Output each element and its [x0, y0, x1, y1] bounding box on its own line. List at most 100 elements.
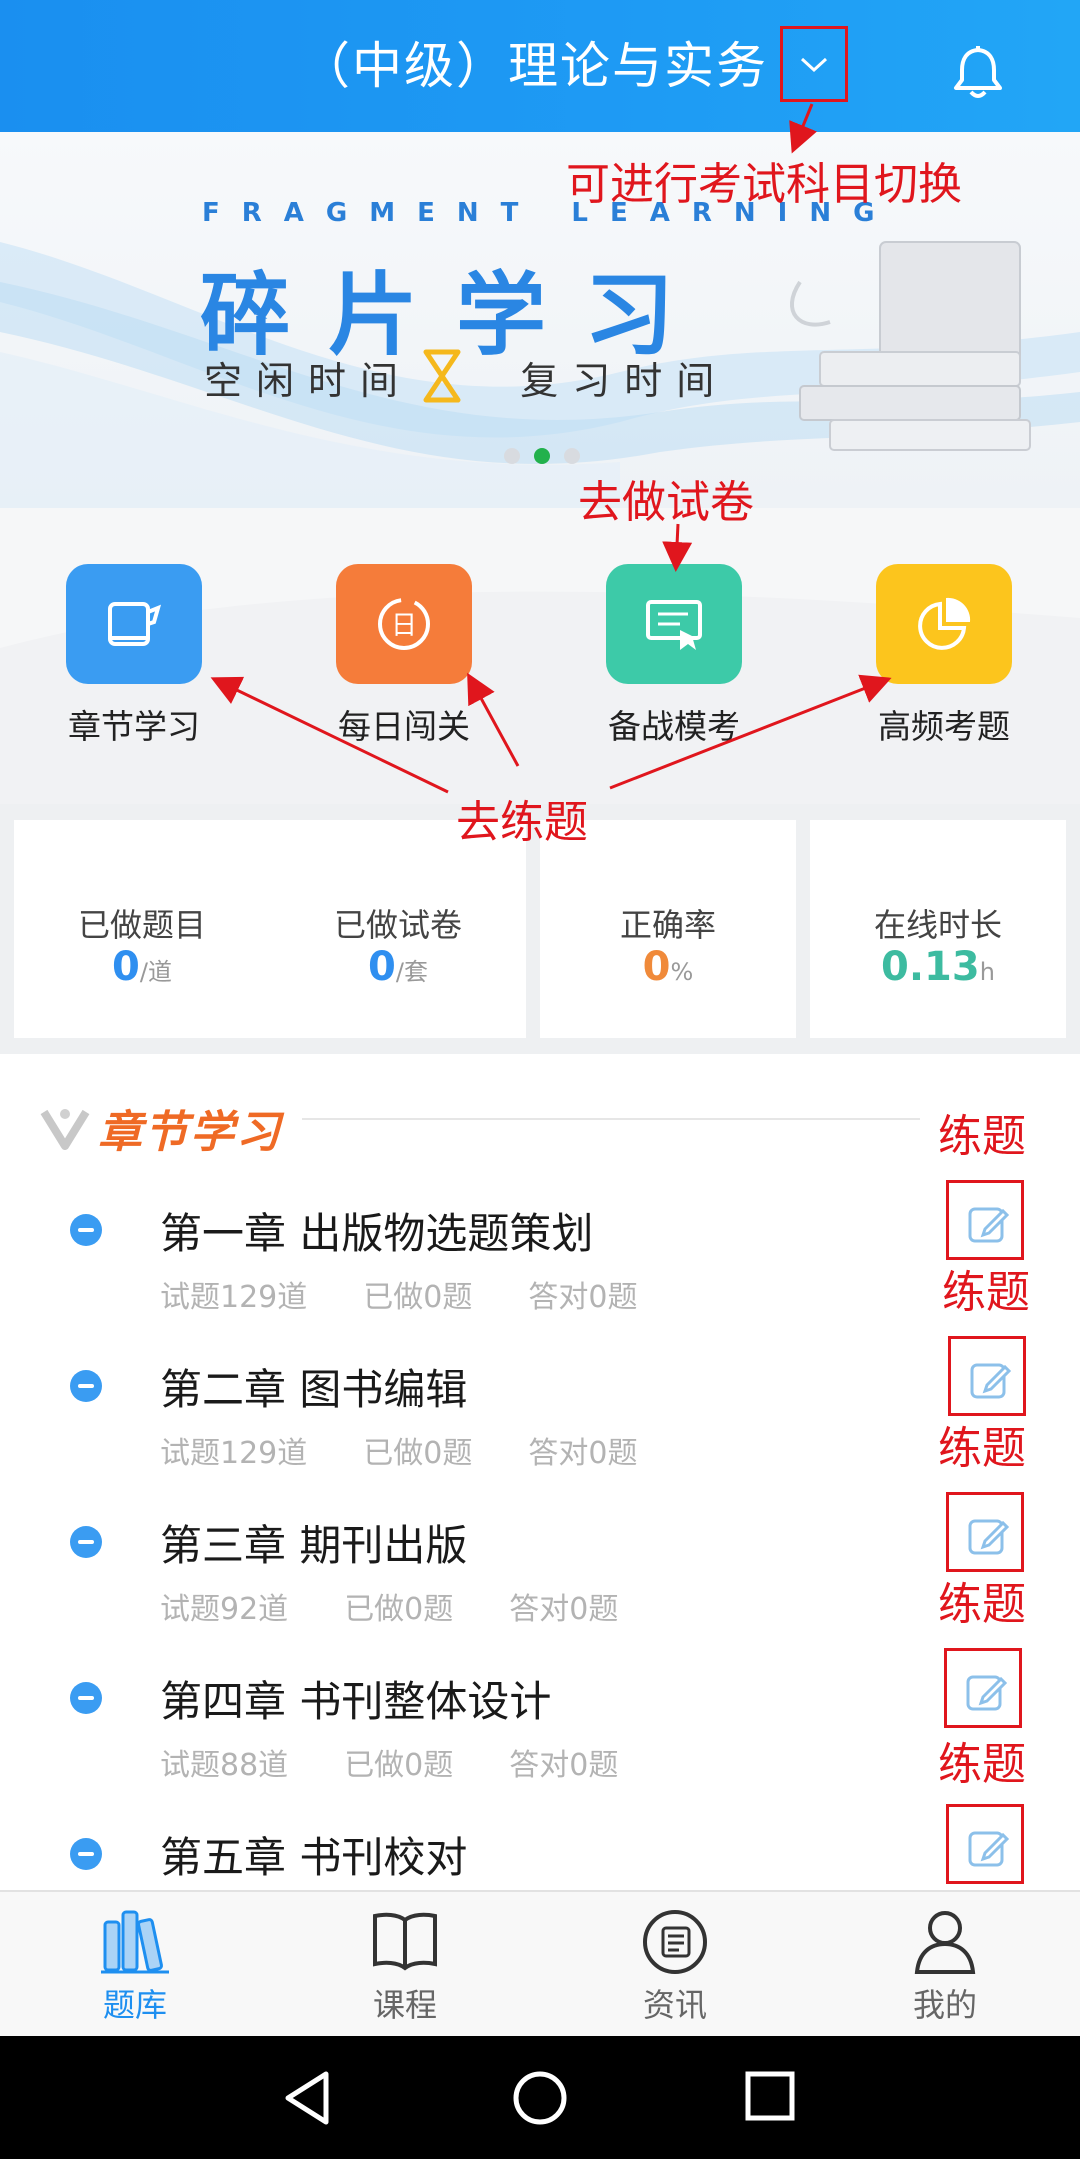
- stat-online-time: 在线时长 0.13h: [810, 820, 1066, 1038]
- calendar-day-icon: 日: [336, 564, 472, 684]
- section-divider: [302, 1118, 920, 1120]
- bottom-tab-bar: 题库 课程 资讯 我的: [0, 1890, 1080, 2036]
- stat-label: 正确率: [619, 906, 716, 944]
- stat-label: 已做试卷: [333, 906, 462, 944]
- chapter-title: 第五章 书刊校对: [160, 1833, 468, 1882]
- practice-button[interactable]: [948, 1336, 1026, 1416]
- subject-dropdown-button[interactable]: [780, 26, 848, 102]
- practice-button[interactable]: [946, 1180, 1024, 1260]
- collapse-icon[interactable]: [70, 1838, 102, 1870]
- edit-icon: [968, 1831, 1009, 1867]
- quick-mock-exam[interactable]: 备战模考: [574, 564, 774, 748]
- stat-unit: /道: [139, 958, 172, 986]
- chapter-meta: 试题92道 已做0题 答对0题: [160, 1584, 674, 1628]
- chapter-title: 第四章 书刊整体设计: [160, 1677, 552, 1726]
- chapter-item[interactable]: 第四章 书刊整体设计 试题88道 已做0题 答对0题: [0, 1648, 1080, 1804]
- chapter-item[interactable]: 第二章 图书编辑 试题129道 已做0题 答对0题: [0, 1336, 1080, 1492]
- chapter-meta: 试题129道 已做0题 答对0题: [160, 1272, 693, 1316]
- chapter-correct: 答对0题: [528, 1436, 638, 1471]
- bell-icon[interactable]: [950, 42, 1006, 100]
- stat-value: 0: [642, 944, 671, 990]
- tab-label: 我的: [912, 1986, 977, 2024]
- collapse-icon[interactable]: [70, 1370, 102, 1402]
- tab-courses[interactable]: 课程: [270, 1892, 540, 2038]
- chapter-done: 已做0题: [344, 1748, 454, 1783]
- app-header: （中级）理论与实务: [0, 0, 1080, 132]
- quick-chapter-study[interactable]: 章节学习: [34, 564, 234, 748]
- tab-question-bank[interactable]: 题库: [0, 1892, 270, 2038]
- pagination-dot[interactable]: [504, 448, 520, 464]
- collapse-icon[interactable]: [70, 1214, 102, 1246]
- tab-label: 题库: [102, 1986, 167, 2024]
- chapter-section: 章节学习 第一章 出版物选题策划 试题129道 已做0题 答对0题 第二章 图书编辑…: [0, 1054, 1080, 1890]
- practice-button[interactable]: [946, 1804, 1024, 1884]
- tab-mine[interactable]: 我的: [810, 1892, 1080, 2038]
- stat-papers-done: 已做试卷 0/套: [270, 820, 526, 1038]
- collapse-icon[interactable]: [70, 1682, 102, 1714]
- quick-high-frequency[interactable]: 高频考题: [844, 564, 1044, 748]
- stat-label: 已做题目: [77, 906, 206, 944]
- chapter-total: 试题129道: [160, 1436, 308, 1471]
- stat-questions-done: 已做题目 0/道: [14, 820, 270, 1038]
- subject-title[interactable]: （中级）理论与实务: [300, 28, 768, 104]
- stat-unit: h: [979, 958, 995, 986]
- pie-chart-icon: [876, 564, 1012, 684]
- banner-subtitle: 空闲时间 复习时间: [204, 350, 728, 405]
- annotation-practice-2: 练题: [942, 1267, 1030, 1318]
- practice-button[interactable]: [946, 1492, 1024, 1572]
- chapter-correct: 答对0题: [509, 1748, 619, 1783]
- quick-label: 章节学习: [68, 707, 200, 746]
- pagination-dot[interactable]: [564, 448, 580, 464]
- quick-daily-challenge[interactable]: 日 每日闯关: [304, 564, 504, 748]
- chevron-down-icon: [800, 57, 828, 73]
- tab-news[interactable]: 资讯: [540, 1892, 810, 2038]
- collapse-icon[interactable]: [70, 1526, 102, 1558]
- edit-icon: [966, 1675, 1007, 1711]
- pagination-dot-active[interactable]: [534, 448, 550, 464]
- section-logo-icon: [40, 1109, 90, 1150]
- stat-unit: /套: [395, 958, 428, 986]
- chapter-done: 已做0题: [363, 1280, 473, 1315]
- chapter-meta: 试题129道 已做0题 答对0题: [160, 1428, 693, 1472]
- books-icon: [101, 1910, 169, 1974]
- chapter-meta: 试题88道 已做0题 答对0题: [160, 1740, 674, 1784]
- chapter-title: 第一章 出版物选题策划: [160, 1209, 594, 1258]
- section-title: 章节学习: [98, 1107, 282, 1158]
- stat-label: 在线时长: [873, 906, 1002, 944]
- chapter-correct: 答对0题: [509, 1592, 619, 1627]
- news-icon: [643, 1910, 707, 1974]
- book-icon: [66, 564, 202, 684]
- practice-button[interactable]: [944, 1648, 1022, 1728]
- annotation-do-paper: 去做试卷: [578, 477, 754, 528]
- exam-screen-icon: [606, 564, 742, 684]
- chapter-item[interactable]: 第一章 出版物选题策划 试题129道 已做0题 答对0题: [0, 1180, 1080, 1336]
- chapter-total: 试题88道: [160, 1748, 289, 1783]
- annotation-practice-5: 练题: [938, 1739, 1026, 1790]
- edit-icon: [968, 1207, 1009, 1243]
- back-icon[interactable]: [282, 2070, 332, 2126]
- chapter-item[interactable]: 第五章 书刊校对: [0, 1804, 1080, 1890]
- chapter-title: 第三章 期刊出版: [160, 1521, 468, 1570]
- chapter-item[interactable]: 第三章 期刊出版 试题92道 已做0题 答对0题: [0, 1492, 1080, 1648]
- annotation-practice-1: 练题: [938, 1111, 1026, 1162]
- quick-actions: 章节学习 日 每日闯关 备战模考 高频考题: [0, 508, 1080, 804]
- chapter-title: 第二章 图书编辑: [160, 1365, 468, 1414]
- quick-label: 高频考题: [878, 707, 1010, 746]
- home-icon[interactable]: [512, 2070, 568, 2126]
- svg-text:日: 日: [391, 611, 417, 641]
- stat-value: 0.13: [881, 944, 980, 990]
- banner-pagination: [504, 448, 580, 464]
- chapter-total: 试题92道: [160, 1592, 289, 1627]
- open-book-icon: [373, 1912, 437, 1971]
- chapter-done: 已做0题: [363, 1436, 473, 1471]
- banner-subtitle-right: 复习时间: [520, 359, 729, 403]
- stat-unit: %: [670, 958, 694, 986]
- quick-label: 备战模考: [608, 707, 740, 746]
- annotation-practice-4: 练题: [938, 1579, 1026, 1630]
- chapter-correct: 答对0题: [528, 1280, 638, 1315]
- recents-icon[interactable]: [744, 2070, 796, 2122]
- banner-subtitle-left: 空闲时间: [204, 359, 413, 403]
- stat-accuracy: 正确率 0%: [540, 820, 796, 1038]
- tab-label: 课程: [372, 1986, 437, 2024]
- stat-value: 0: [112, 944, 140, 990]
